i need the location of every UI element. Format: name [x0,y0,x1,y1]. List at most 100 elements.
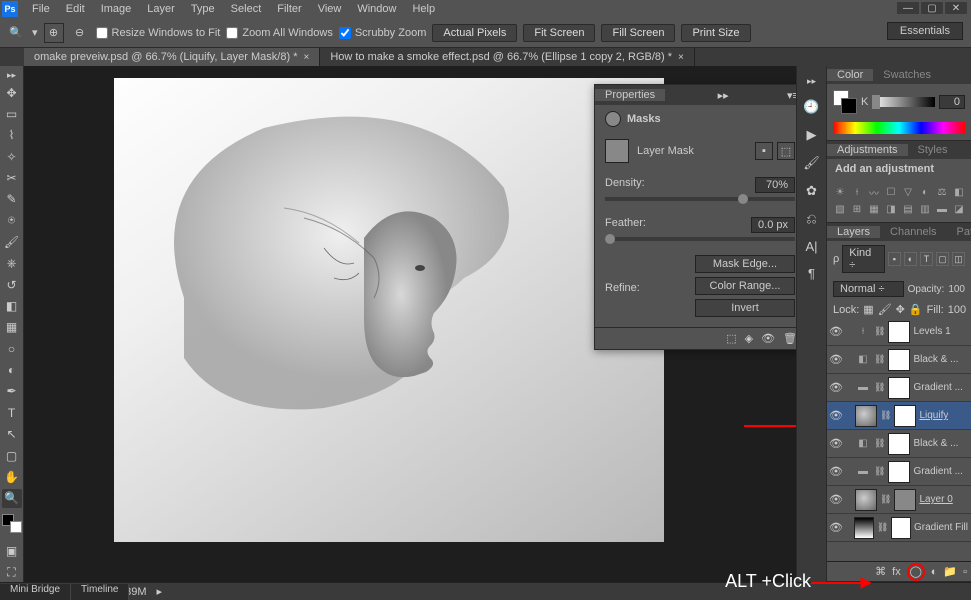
menu-view[interactable]: View [310,3,350,15]
document-tab-active[interactable]: omake preveiw.psd @ 66.7% (Liquify, Laye… [24,48,320,66]
delete-mask-icon[interactable]: 🗑 [783,332,796,345]
zoom-out-icon[interactable]: ⊖ [70,23,90,43]
brush-tool[interactable]: 🖌 [2,232,22,251]
shape-tool[interactable]: ▢ [2,446,22,465]
link-icon[interactable]: ⛓ [874,326,885,337]
minimize-button[interactable]: — [897,2,919,14]
lock-pixel-icon[interactable]: 🖌 [878,303,892,316]
menu-help[interactable]: Help [404,3,443,15]
color-tab[interactable]: Color [827,69,873,81]
timeline-tab[interactable]: Timeline [71,584,129,600]
lock-pos-icon[interactable]: ✥ [896,303,905,316]
layer-name[interactable]: Liquify [919,410,948,421]
eraser-tool[interactable]: ◧ [2,296,22,315]
visibility-toggle[interactable]: 👁 [829,493,843,506]
mask-thumbnail[interactable] [605,139,629,163]
zoom-tool[interactable]: 🔍 [2,489,22,508]
stamp-tool[interactable]: ⎈ [2,254,22,273]
type-tool[interactable]: T [2,403,22,422]
expand-panels-icon[interactable]: ▸▸ [807,76,816,87]
adj-mixer-icon[interactable]: ⊞ [850,202,864,216]
layer-name[interactable]: Levels 1 [913,326,950,337]
hand-tool[interactable]: ✋ [2,467,22,486]
link-icon[interactable]: ⛓ [880,494,891,505]
scrubby-zoom-checkbox[interactable]: Scrubby Zoom [339,27,427,39]
adj-bw-icon[interactable]: ◧ [952,185,966,199]
maximize-button[interactable]: ▢ [921,2,943,14]
path-tool[interactable]: ↖ [2,425,22,444]
paths-tab[interactable]: Paths [947,226,971,238]
link-icon[interactable]: ⛓ [874,438,885,449]
layer-name[interactable]: Gradient Fill 3 [914,522,969,533]
color-swatch-pair[interactable] [833,90,857,114]
tab-close-icon[interactable]: × [303,52,309,63]
filter-type-icon[interactable]: T [920,252,933,266]
visibility-toggle[interactable]: 👁 [829,381,843,394]
layer-thumbnail[interactable] [855,489,877,511]
mask-thumbnail[interactable] [888,461,910,483]
close-button[interactable]: ✕ [945,2,967,14]
menu-layer[interactable]: Layer [139,3,183,15]
fill-screen-button[interactable]: Fill Screen [601,24,675,42]
feather-value[interactable]: 0.0 px [751,217,795,233]
adj-poster-icon[interactable]: ▤ [901,202,915,216]
menu-file[interactable]: File [24,3,58,15]
color-range-button[interactable]: Color Range... [695,277,795,295]
screenmode-toggle[interactable]: ⛶ [2,563,22,582]
adj-curves-icon[interactable]: 〰 [867,185,881,199]
actions-panel-icon[interactable]: ▶ [807,127,817,143]
color-spectrum[interactable] [833,122,965,134]
apply-mask-icon[interactable]: ◈ [745,332,753,345]
document-tab[interactable]: How to make a smoke effect.psd @ 66.7% (… [320,48,695,66]
menu-type[interactable]: Type [183,3,223,15]
layer-row[interactable]: 👁⛓Liquify [827,402,971,430]
quickmask-toggle[interactable]: ▣ [2,541,22,560]
panel-collapse-icon[interactable]: ▸▸ [712,89,735,102]
history-panel-icon[interactable]: 🕘 [803,99,819,115]
adj-select-icon[interactable]: ◪ [952,202,966,216]
link-layers-icon[interactable]: ⌘ [875,565,886,578]
layer-row[interactable]: 👁⛓Gradient Fill 3 [827,514,971,542]
mask-thumbnail[interactable] [888,349,910,371]
canvas-area[interactable]: Properties ▸▸ ▾≡ Masks Layer Mask ▪ ⬚ De… [24,66,796,582]
adj-invert-icon[interactable]: ◨ [884,202,898,216]
visibility-toggle[interactable]: 👁 [829,353,843,366]
filter-smart-icon[interactable]: ◫ [952,252,965,266]
mask-thumbnail[interactable] [888,433,910,455]
k-value[interactable]: 0 [939,95,965,109]
filter-pixel-icon[interactable]: ▪ [888,252,901,266]
add-mask-icon[interactable]: ◯ [907,563,925,581]
lock-trans-icon[interactable]: ▦ [863,303,873,316]
color-swatches[interactable] [2,514,22,533]
menu-image[interactable]: Image [93,3,140,15]
layer-name[interactable]: Gradient ... [913,466,962,477]
filter-kind-select[interactable]: Kind ÷ [842,245,885,273]
new-layer-icon[interactable]: ▫ [963,566,967,578]
toolbar-arrow-icon[interactable]: ▸▸ [7,70,16,81]
menu-edit[interactable]: Edit [58,3,93,15]
link-icon[interactable]: ⛓ [877,522,888,533]
disable-mask-icon[interactable]: 👁 [761,332,775,345]
visibility-toggle[interactable]: 👁 [829,437,843,450]
fill-value[interactable]: 100 [948,304,966,316]
link-icon[interactable]: ⛓ [880,410,891,421]
history-brush-tool[interactable]: ↺ [2,275,22,294]
link-icon[interactable]: ⛓ [874,382,885,393]
layer-name[interactable]: Black & ... [913,354,958,365]
density-value[interactable]: 70% [755,177,795,193]
adjustments-tab[interactable]: Adjustments [827,144,908,156]
layer-row[interactable]: 👁⟊⛓Levels 1 [827,318,971,346]
mask-thumbnail[interactable] [894,405,916,427]
fit-screen-button[interactable]: Fit Screen [523,24,595,42]
styles-tab[interactable]: Styles [908,144,958,156]
feather-slider[interactable] [605,237,795,241]
adj-vibrance-icon[interactable]: ▽ [901,185,915,199]
wand-tool[interactable]: ✧ [2,147,22,166]
adj-thresh-icon[interactable]: ▥ [918,202,932,216]
adj-photo-icon[interactable]: ▧ [833,202,847,216]
adj-levels-icon[interactable]: ⟊ [850,185,864,199]
layer-row[interactable]: 👁◧⛓Black & ... [827,430,971,458]
vector-mask-button[interactable]: ⬚ [777,142,795,160]
mask-thumbnail[interactable] [888,321,910,343]
layer-row[interactable]: 👁▬⛓Gradient ... [827,458,971,486]
